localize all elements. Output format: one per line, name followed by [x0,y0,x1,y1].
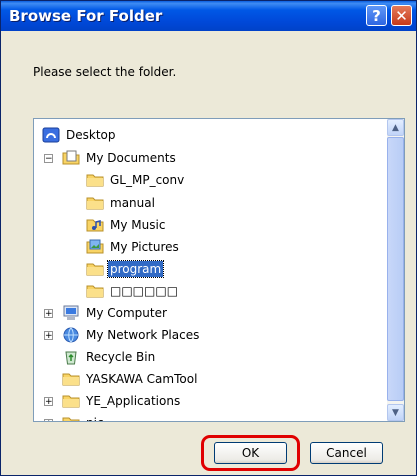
help-icon: ? [372,6,381,25]
expand-toggle[interactable]: + [44,309,53,319]
folder-icon [86,172,104,188]
vertical-scrollbar[interactable]: ▲ ▼ [387,119,404,421]
help-button[interactable]: ? [366,5,387,26]
dialog-title: Browse For Folder [9,7,163,25]
tree-item[interactable]: My Music [86,215,167,235]
tree-item-label: GL_MP_conv [110,173,185,187]
cancel-button[interactable]: Cancel [310,442,383,464]
tree-item[interactable]: pic [62,413,106,421]
folder-icon [86,195,104,211]
tree-item-label: My Network Places [86,328,200,342]
browse-folder-dialog: Browse For Folder ? ✕ Please select the … [0,0,417,476]
tree-item[interactable]: My Network Places [62,325,201,345]
expand-toggle[interactable]: + [44,331,53,341]
tree-item[interactable]: My Pictures [86,237,181,257]
tree-item-label: Desktop [66,128,116,142]
tree-item[interactable]: YE_Applications [62,391,182,411]
computer-icon [62,305,80,321]
close-button[interactable]: ✕ [391,5,412,26]
network-icon [62,327,80,343]
ok-highlight-ring [201,435,300,471]
tree-item[interactable]: program [86,259,165,279]
tree-item-label: My Computer [86,306,167,320]
tree-item-label: My Documents [86,151,176,165]
close-icon: ✕ [395,6,408,25]
tree-item-label: pic [84,415,106,421]
tree-item-label: Recycle Bin [86,350,156,364]
expand-toggle[interactable]: + [44,397,53,407]
pictures-folder-icon [86,239,104,255]
tree-item[interactable]: YASKAWA CamTool [62,369,199,389]
folder-icon [62,371,80,387]
tree-item-label: YE_Applications [86,394,181,408]
tree-item-label: YASKAWA CamTool [86,372,198,386]
tree-item[interactable]: Desktop [42,125,118,145]
tree-item-label: My Pictures [110,240,179,254]
chevron-down-icon: ▼ [392,407,399,418]
collapse-toggle[interactable]: − [44,154,53,164]
folder-icon [62,393,80,409]
folder-icon [62,415,80,421]
tree-item-label: My Music [110,218,166,232]
tree-item-label: manual [110,196,155,210]
folder-icon [86,283,104,299]
chevron-up-icon: ▲ [392,122,399,133]
tree-item-label: □□□□□□ [110,284,179,298]
documents-icon [62,150,80,166]
tree-item[interactable]: Recycle Bin [62,347,157,367]
folder-tree[interactable]: Desktop − My Documents GL_MP_convmanual My M… [33,118,405,422]
scroll-thumb[interactable] [387,137,404,401]
tree-item[interactable]: manual [86,193,157,213]
tree-item-label: program [106,260,165,278]
music-folder-icon [86,217,104,233]
title-bar[interactable]: Browse For Folder ? ✕ [1,1,416,31]
desktop-icon [42,127,60,143]
instruction-text: Please select the folder. [33,65,177,79]
expand-toggle[interactable]: + [44,419,53,421]
tree-item[interactable]: GL_MP_conv [86,170,186,190]
scroll-up-button[interactable]: ▲ [387,119,404,136]
scroll-down-button[interactable]: ▼ [387,404,404,421]
recycle-bin-icon [62,349,80,365]
tree-item[interactable]: □□□□□□ [86,281,180,301]
folder-icon [86,261,104,277]
tree-item[interactable]: My Computer [62,303,169,323]
tree-item[interactable]: My Documents [62,148,178,168]
